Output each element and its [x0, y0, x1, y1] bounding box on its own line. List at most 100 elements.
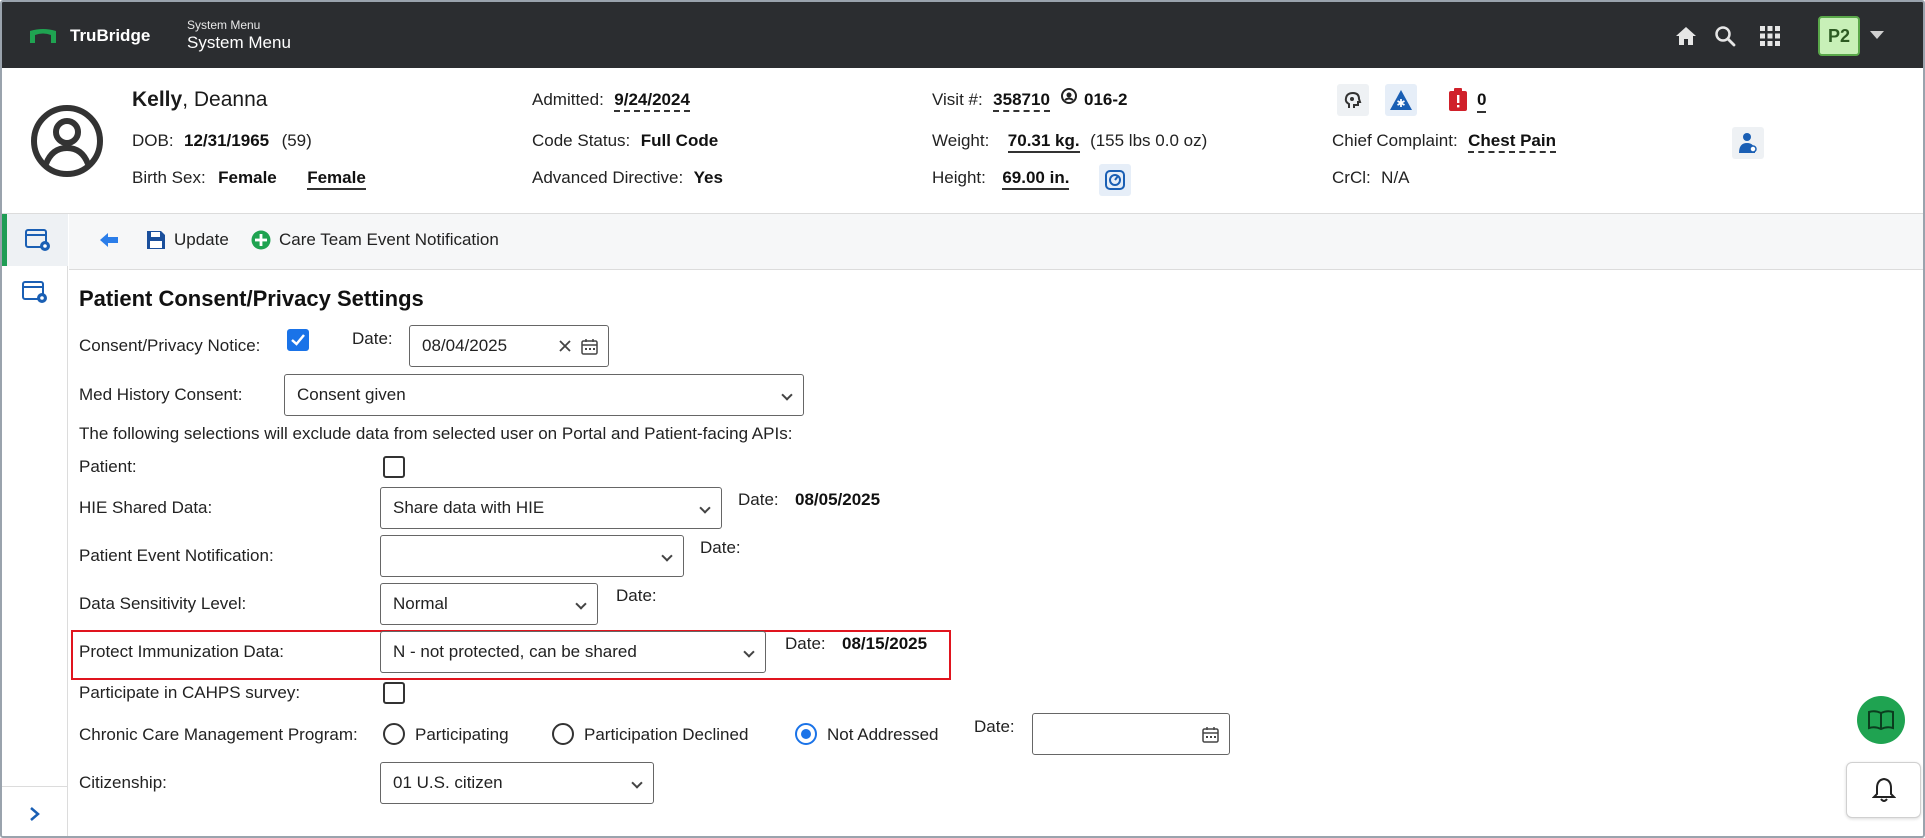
location-pin-icon: [1061, 88, 1077, 104]
dob-label: DOB:: [132, 131, 174, 150]
care-team-notification-button[interactable]: Care Team Event Notification: [251, 230, 499, 250]
immunization-select[interactable]: N - not protected, can be shared: [380, 631, 766, 673]
chevron-right-icon: [30, 806, 40, 821]
save-icon: [147, 231, 165, 249]
height-label: Height:: [932, 168, 986, 187]
consent-notice-label: Consent/Privacy Notice:: [79, 336, 261, 355]
page-title: Patient Consent/Privacy Settings: [79, 286, 424, 311]
calendar-icon[interactable]: [581, 338, 598, 355]
rail-item-secondary[interactable]: [2, 266, 68, 318]
apps-grid-icon[interactable]: [1758, 24, 1782, 48]
chevron-down-icon: [661, 550, 673, 562]
birth-sex-label: Birth Sex:: [132, 168, 206, 187]
sensitivity-select[interactable]: Normal: [380, 583, 598, 625]
height-value[interactable]: 69.00 in.: [1002, 168, 1070, 190]
visit-label: Visit #:: [932, 90, 983, 109]
advanced-directive-label: Advanced Directive:: [532, 168, 684, 187]
chevron-down-icon[interactable]: [1870, 31, 1884, 39]
weight-field: Weight: 70.31 kg. (155 lbs 0.0 oz): [932, 131, 1208, 153]
hie-date-value: 08/05/2025: [795, 490, 881, 509]
chevron-down-icon: [743, 646, 755, 658]
crcl-value: N/A: [1381, 168, 1410, 187]
immunization-label: Protect Immunization Data:: [79, 642, 285, 661]
calendar-icon[interactable]: [1202, 726, 1219, 743]
age-value: (59): [281, 131, 312, 150]
care-team-label: Care Team Event Notification: [279, 230, 499, 249]
hie-select[interactable]: Share data with HIE: [380, 487, 722, 529]
trubridge-logo-icon: [30, 29, 56, 43]
update-button[interactable]: Update: [146, 230, 229, 250]
consent-date-input[interactable]: 08/04/2025: [409, 325, 609, 367]
cahps-checkbox[interactable]: [383, 682, 405, 704]
svg-text:✱: ✱: [1396, 97, 1405, 110]
admitted-value[interactable]: 9/24/2024: [614, 90, 690, 112]
hie-date-label: Date:: [738, 490, 779, 509]
ccm-option-not-addressed[interactable]: Not Addressed: [827, 725, 939, 745]
event-notification-select[interactable]: [380, 535, 684, 577]
notifications-button[interactable]: [1846, 762, 1921, 818]
advanced-directive-value: Yes: [693, 168, 723, 187]
search-icon[interactable]: [1713, 24, 1737, 48]
patient-last-name: Kelly: [132, 88, 183, 111]
allergy-triangle-icon[interactable]: ✱: [1385, 84, 1417, 116]
ccm-date-label: Date:: [974, 717, 1015, 736]
citizenship-select[interactable]: 01 U.S. citizen: [380, 762, 654, 804]
measurement-icon[interactable]: [1099, 164, 1131, 196]
chevron-down-icon: [699, 502, 711, 514]
checkmark-icon: [291, 334, 305, 346]
brand-logo[interactable]: TruBridge: [30, 26, 150, 46]
system-menu[interactable]: System Menu System Menu: [187, 18, 291, 53]
citizenship-value: 01 U.S. citizen: [393, 773, 503, 792]
update-label: Update: [174, 230, 229, 249]
ccm-option-participating[interactable]: Participating: [415, 725, 509, 745]
sensitivity-value: Normal: [393, 594, 448, 613]
hie-label: HIE Shared Data:: [79, 498, 213, 517]
book-icon: [1868, 710, 1894, 731]
visit-value[interactable]: 358710: [993, 90, 1050, 112]
admitted-field: Admitted: 9/24/2024: [532, 90, 690, 112]
clear-icon[interactable]: [558, 339, 572, 353]
patient-first-name: , Deanna: [182, 88, 268, 111]
patient-label: Patient:: [79, 457, 137, 476]
patient-checkbox[interactable]: [383, 456, 405, 478]
weight-lbs-value: (155 lbs 0.0 oz): [1090, 131, 1208, 150]
birth-sex-value: Female: [218, 168, 277, 187]
care-provider-icon[interactable]: [1732, 127, 1764, 159]
brain-icon[interactable]: [1337, 84, 1369, 116]
sensitivity-label: Data Sensitivity Level:: [79, 594, 247, 613]
ccm-label: Chronic Care Management Program:: [79, 725, 358, 744]
immunization-value: N - not protected, can be shared: [393, 642, 637, 661]
height-field: Height: 69.00 in.: [932, 168, 1070, 190]
patient-avatar-icon: [31, 105, 103, 177]
event-notification-date-label: Date:: [700, 538, 741, 557]
alert-clipboard-icon[interactable]: [1442, 84, 1474, 116]
dob-value: 12/31/1965: [184, 131, 270, 150]
rail-expand-button[interactable]: [2, 786, 68, 836]
med-history-value: Consent given: [297, 385, 406, 404]
chief-complaint-value[interactable]: Chest Pain: [1468, 131, 1556, 153]
ccm-radio-participating[interactable]: [383, 723, 405, 745]
ccm-radio-not-addressed[interactable]: [795, 723, 817, 745]
med-history-select[interactable]: Consent given: [284, 374, 804, 416]
immunization-date-label: Date:: [785, 634, 826, 653]
ccm-radio-declined[interactable]: [552, 723, 574, 745]
user-badge[interactable]: P2: [1818, 16, 1860, 56]
advanced-directive-field: Advanced Directive: Yes: [532, 168, 723, 188]
gender-link[interactable]: Female: [307, 168, 366, 190]
app-window: TruBridge System Menu System Menu P2 Kel…: [0, 0, 1925, 838]
arrow-left-icon: [100, 233, 118, 247]
home-icon[interactable]: [1674, 24, 1698, 48]
consent-form: Patient Consent/Privacy Settings Consent…: [69, 270, 1923, 836]
rail-item-consent[interactable]: [2, 214, 68, 266]
weight-value[interactable]: 70.31 kg.: [1007, 131, 1080, 153]
ccm-option-declined[interactable]: Participation Declined: [584, 725, 748, 745]
med-history-label: Med History Consent:: [79, 385, 243, 404]
brand-name: TruBridge: [70, 26, 151, 45]
consent-date-label: Date:: [352, 329, 393, 348]
alerts-count[interactable]: 0: [1477, 90, 1487, 113]
crcl-field: CrCl: N/A: [1332, 168, 1410, 188]
consent-notice-checkbox[interactable]: [287, 329, 309, 351]
help-book-button[interactable]: [1857, 696, 1905, 744]
back-button[interactable]: [99, 231, 119, 249]
ccm-date-input[interactable]: [1032, 713, 1230, 755]
